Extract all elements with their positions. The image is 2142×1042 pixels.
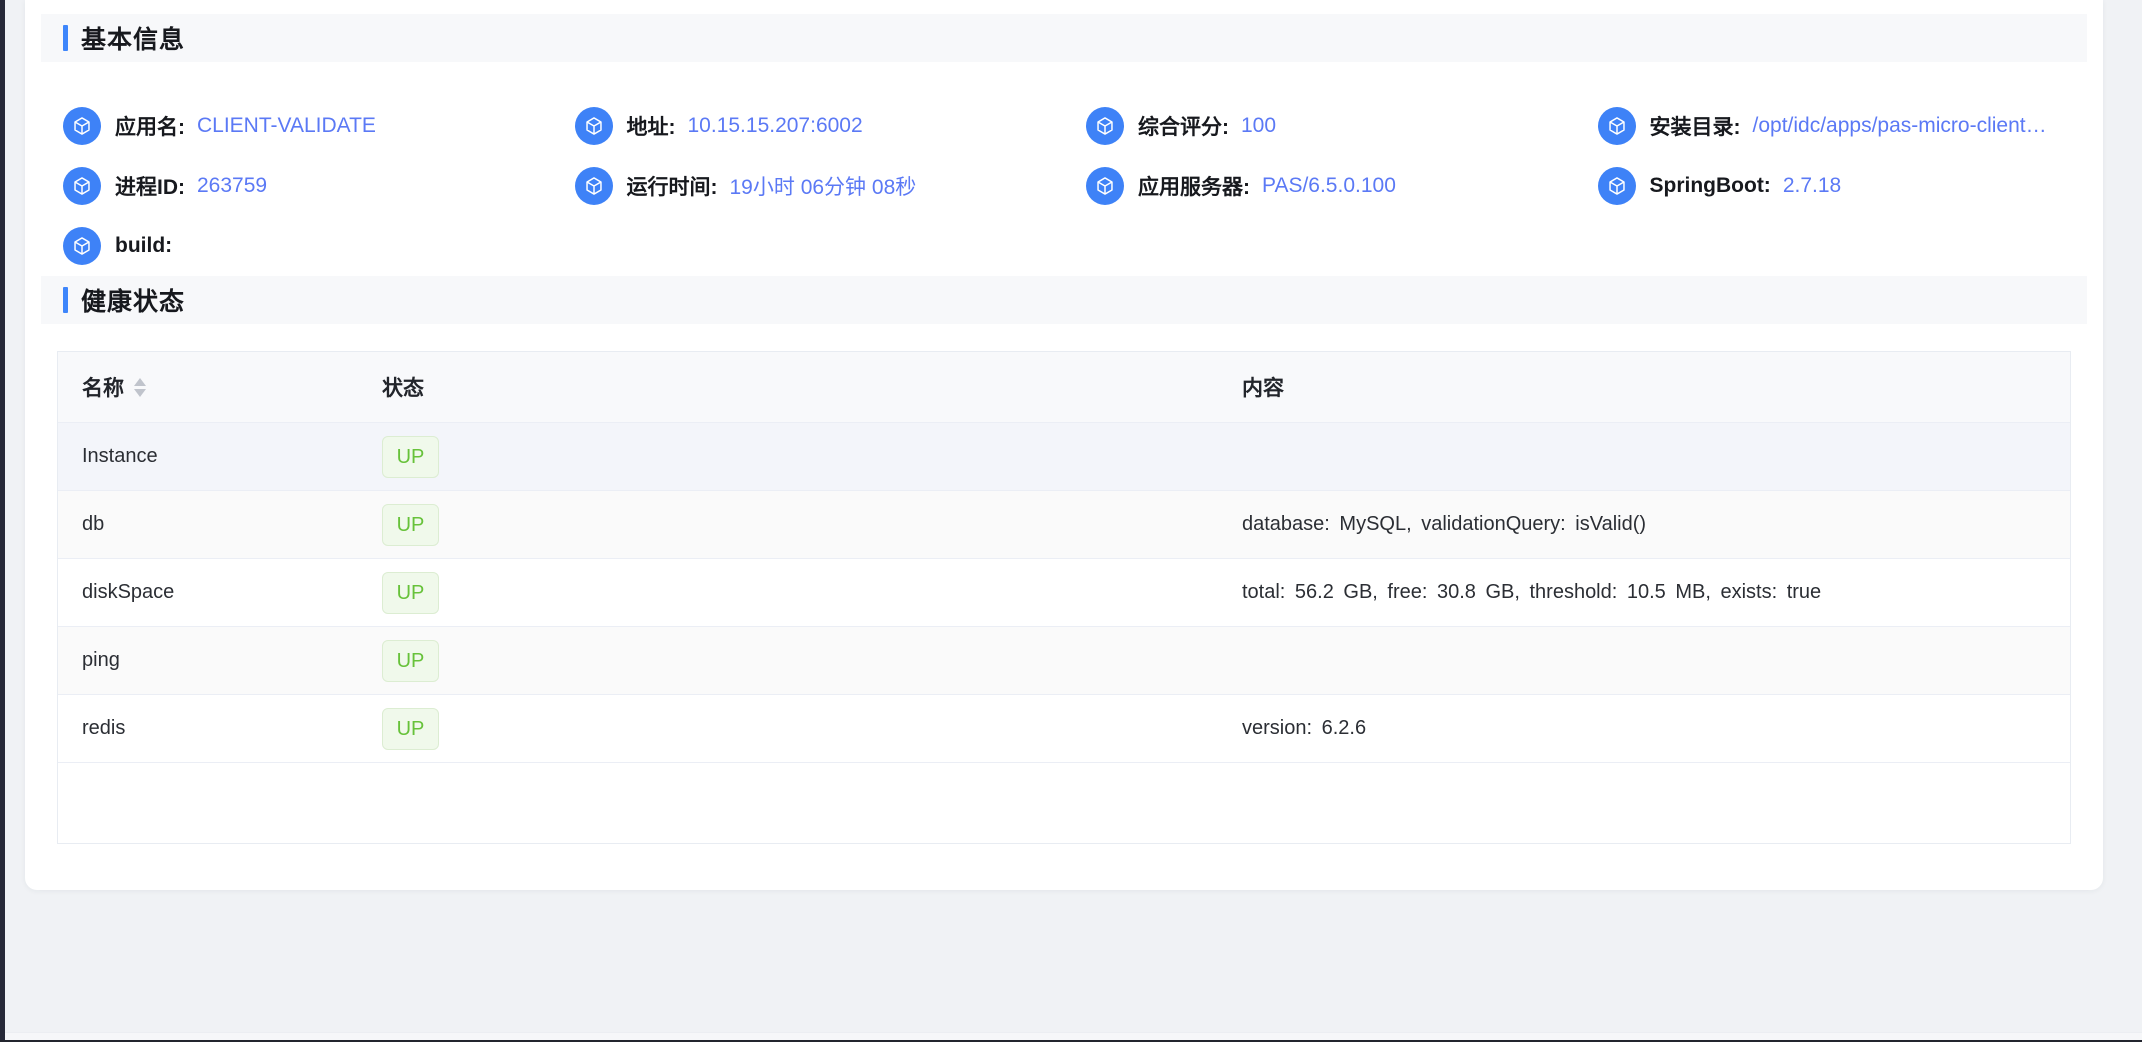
info-value: CLIENT-VALIDATE [197,114,376,138]
health-status-title: 健康状态 [81,282,185,318]
info-value: 10.15.15.207:6002 [688,114,863,138]
info-label: 应用名: [115,111,185,141]
title-accent-bar [63,287,68,313]
info-value: PAS/6.5.0.100 [1262,174,1396,198]
info-label: 运行时间: [627,171,718,201]
info-item-uptime: 运行时间: 19小时 06分钟 08秒 [553,156,1065,216]
info-label: 进程ID: [115,171,185,201]
cube-icon [1086,167,1124,205]
basic-info-titlebar: 基本信息 [41,14,2087,62]
table-row-diskspace[interactable]: diskSpace UP total: 56.2 GB, free: 30.8 … [58,558,2070,626]
info-item-app-name: 应用名: CLIENT-VALIDATE [41,96,553,156]
table-empty-area [58,762,2070,843]
info-label: SpringBoot: [1650,174,1771,198]
cube-icon [63,167,101,205]
info-label: 综合评分: [1138,111,1229,141]
basic-info-title: 基本信息 [81,20,185,56]
info-item-address: 地址: 10.15.15.207:6002 [553,96,1065,156]
cube-icon [63,107,101,145]
table-row-redis[interactable]: redis UP version: 6.2.6 [58,694,2070,762]
status-badge: UP [382,504,439,546]
cube-icon [575,107,613,145]
sort-ascending-icon[interactable] [134,378,146,386]
cube-icon [575,167,613,205]
cube-icon [1598,167,1636,205]
table-row-db[interactable]: db UP database: MySQL, validationQuery: … [58,490,2070,558]
health-status-table: 名称 状态 内容 Instance UP db UP database: MyS… [57,351,2071,844]
status-badge: UP [382,640,439,682]
column-header-content: 内容 [1224,372,2070,402]
info-value: 2.7.18 [1783,174,1841,198]
app-detail-card: 基本信息 应用名: CLIENT-VALIDATE 地址: 10.15.15.2… [25,0,2103,890]
table-row-instance[interactable]: Instance UP [58,422,2070,490]
table-header-row: 名称 状态 内容 [58,352,2070,422]
info-label: 应用服务器: [1138,171,1250,201]
sort-carets-icon[interactable] [134,378,146,397]
column-header-status: 状态 [374,372,1224,402]
collapsed-sidebar-edge [0,0,5,1042]
horizontal-scrollbar-track[interactable] [5,1032,2142,1040]
info-label: 安装目录: [1650,111,1741,141]
status-badge: UP [382,436,439,478]
info-item-pid: 进程ID: 263759 [41,156,553,216]
cube-icon [63,227,101,265]
info-value: 19小时 06分钟 08秒 [730,171,917,201]
basic-info-grid: 应用名: CLIENT-VALIDATE 地址: 10.15.15.207:60… [41,96,2087,276]
info-value: 100 [1241,114,1276,138]
cube-icon [1598,107,1636,145]
sort-descending-icon[interactable] [134,389,146,397]
status-badge: UP [382,572,439,614]
health-status-titlebar: 健康状态 [41,276,2087,324]
title-accent-bar [63,25,68,51]
app-monitor-page: { "basic": { "title": "基本信息", "items": [… [0,0,2142,1042]
info-item-score: 综合评分: 100 [1064,96,1576,156]
column-header-name[interactable]: 名称 [58,372,374,402]
info-item-app-server: 应用服务器: PAS/6.5.0.100 [1064,156,1576,216]
info-value: 263759 [197,174,267,198]
cube-icon [1086,107,1124,145]
info-item-springboot: SpringBoot: 2.7.18 [1576,156,2088,216]
info-label: build: [115,234,172,258]
status-badge: UP [382,708,439,750]
info-value-truncated[interactable]: /opt/idc/apps/pas-micro-client… [1753,114,2047,138]
info-label: 地址: [627,111,676,141]
info-item-install-dir: 安装目录: /opt/idc/apps/pas-micro-client… [1576,96,2088,156]
info-item-build: build: [41,216,553,276]
table-row-ping[interactable]: ping UP [58,626,2070,694]
